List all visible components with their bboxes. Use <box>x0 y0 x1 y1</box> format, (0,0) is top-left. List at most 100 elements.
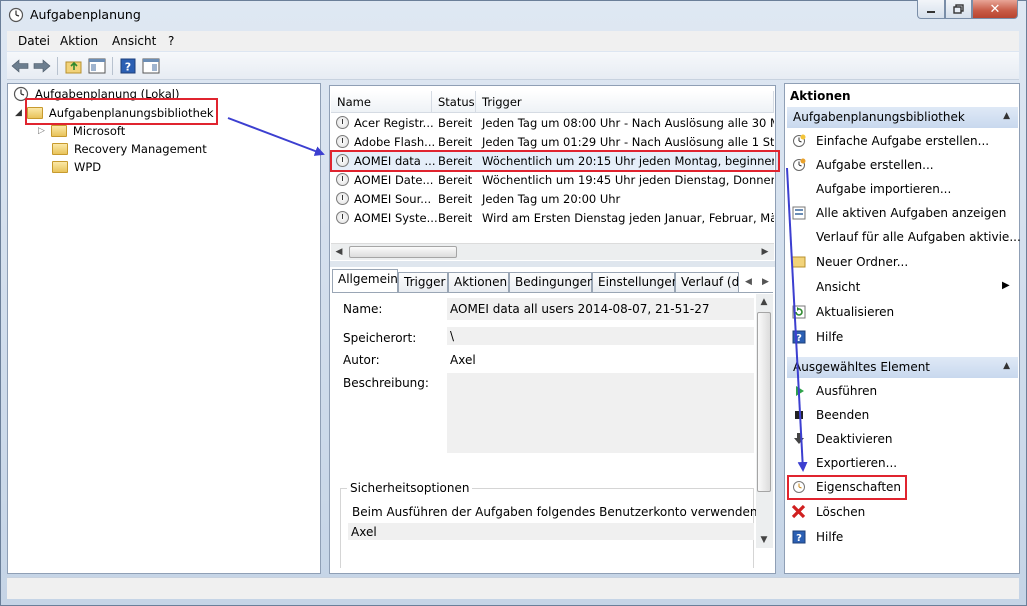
show-action-pane-button[interactable] <box>141 56 161 76</box>
task-row[interactable]: Acer Registr... Bereit Jeden Tag um 08:0… <box>331 113 774 132</box>
section-selected-item[interactable]: Ausgewähltes Element ▲ <box>787 357 1018 378</box>
maximize-button[interactable] <box>945 0 972 19</box>
action-beenden[interactable]: Beenden <box>785 404 1019 426</box>
task-trigger: Wöchentlich um 19:45 Uhr jeden Dienstag,… <box>482 173 774 187</box>
help-icon: ? <box>791 529 806 544</box>
minimize-button[interactable] <box>917 0 945 19</box>
section-title: Aufgabenplanungsbibliothek <box>793 110 965 124</box>
column-header-name[interactable]: Name <box>331 91 432 113</box>
tab-trigger[interactable]: Trigger <box>398 272 448 292</box>
collapse-icon[interactable]: ▲ <box>1003 111 1010 121</box>
scroll-up-icon[interactable]: ▲ <box>756 294 772 310</box>
tab-aktionen[interactable]: Aktionen <box>448 272 509 292</box>
action-verlauf-aktivieren[interactable]: Verlauf für alle Aufgaben aktivie... <box>785 226 1021 248</box>
task-status: Bereit <box>438 154 473 168</box>
task-list-scrollbar[interactable]: ◀ ▶ <box>331 243 774 260</box>
create-basic-task-icon <box>791 133 806 148</box>
tab-einstellungen[interactable]: Einstellungen <box>592 272 679 292</box>
action-aufgabe-importieren[interactable]: Aufgabe importieren... <box>785 178 1019 200</box>
tree-root[interactable]: Aufgabenplanung (Lokal) <box>13 85 180 102</box>
action-einfache-aufgabe[interactable]: Einfache Aufgabe erstellen... <box>785 130 1019 152</box>
action-neuer-ordner[interactable]: Neuer Ordner... <box>785 251 1019 273</box>
action-label: Hilfe <box>816 530 844 544</box>
action-aktualisieren[interactable]: Aktualisieren <box>785 301 1019 323</box>
tab-bedingungen[interactable]: Bedingungen <box>509 272 595 292</box>
stop-icon <box>791 407 806 422</box>
tree-library[interactable]: ◢ Aufgabenplanungsbibliothek <box>15 104 214 121</box>
action-alle-aktiven-aufgaben[interactable]: Alle aktiven Aufgaben anzeigen <box>785 202 1019 224</box>
action-exportieren[interactable]: Exportieren... <box>785 452 1019 474</box>
back-button[interactable] <box>10 56 30 76</box>
task-row[interactable]: AOMEI Syste... Bereit Wird am Ersten Die… <box>331 208 774 227</box>
action-hilfe-2[interactable]: ? Hilfe <box>785 526 1019 548</box>
scroll-left-icon[interactable]: ◀ <box>331 244 347 260</box>
tab-scroll-left-icon[interactable]: ◀ <box>745 277 752 287</box>
task-name: AOMEI data ... <box>354 154 436 168</box>
delete-icon <box>791 504 806 519</box>
collapsed-triangle-icon: ▷ <box>38 125 45 136</box>
scrollbar-thumb[interactable] <box>349 246 457 258</box>
tree-item-wpd[interactable]: WPD <box>52 158 101 175</box>
details-scrollbar[interactable]: ▲ ▼ <box>756 294 773 548</box>
name-field[interactable]: AOMEI data all users 2014-08-07, 21-51-2… <box>447 298 754 320</box>
forward-button[interactable] <box>32 56 52 76</box>
action-hilfe[interactable]: ? Hilfe <box>785 326 1019 348</box>
menu-aktion[interactable]: Aktion <box>60 34 98 48</box>
task-row[interactable]: Adobe Flash... Bereit Jeden Tag um 01:29… <box>331 132 774 151</box>
close-button[interactable]: ✕ <box>972 0 1018 19</box>
tab-scroll-right-icon[interactable]: ▶ <box>762 277 769 287</box>
scroll-right-icon[interactable]: ▶ <box>757 244 773 260</box>
menu-ansicht[interactable]: Ansicht <box>112 34 156 48</box>
pane-splitter[interactable] <box>330 261 775 267</box>
action-eigenschaften[interactable]: Eigenschaften <box>785 476 1019 498</box>
menu-bar: Datei Aktion Ansicht ? <box>7 31 1019 51</box>
action-loeschen[interactable]: Löschen <box>785 501 1019 523</box>
task-name: Acer Registr... <box>354 116 434 130</box>
tree-item-recovery-management[interactable]: Recovery Management <box>52 140 207 157</box>
submenu-arrow-icon: ▶ <box>1002 280 1010 291</box>
task-status: Bereit <box>438 192 473 206</box>
actions-header: Aktionen <box>790 89 851 103</box>
task-row[interactable]: AOMEI Sour... Bereit Jeden Tag um 20:00 … <box>331 189 774 208</box>
task-trigger: Jeden Tag um 08:00 Uhr - Nach Auslösung … <box>482 116 774 130</box>
window-title: Aufgabenplanung <box>30 7 141 22</box>
task-row-selected[interactable]: AOMEI data ... Bereit Wöchentlich um 20:… <box>331 151 774 170</box>
tab-scroll-buttons[interactable]: ◀ ▶ <box>740 273 774 291</box>
task-trigger: Jeden Tag um 01:29 Uhr - Nach Auslösung … <box>482 135 774 149</box>
author-value: Axel <box>450 353 476 367</box>
menu-help[interactable]: ? <box>168 34 174 48</box>
back-arrow-icon <box>11 59 29 73</box>
action-aufgabe-erstellen[interactable]: Aufgabe erstellen... <box>785 154 1019 176</box>
column-header-trigger[interactable]: Trigger <box>476 91 774 113</box>
help-button[interactable]: ? <box>118 56 138 76</box>
task-row[interactable]: AOMEI Date... Bereit Wöchentlich um 19:4… <box>331 170 774 189</box>
action-deaktivieren[interactable]: Deaktivieren <box>785 428 1019 450</box>
scrollbar-thumb[interactable] <box>757 312 771 492</box>
location-field[interactable]: \ <box>447 327 754 345</box>
action-ansicht[interactable]: Ansicht ▶ <box>785 276 1019 298</box>
tab-allgemein[interactable]: Allgemein <box>332 269 398 293</box>
collapse-icon[interactable]: ▲ <box>1003 361 1010 371</box>
tree-item-microsoft[interactable]: ▷ Microsoft <box>38 122 125 139</box>
tree-item-label: Microsoft <box>72 123 126 138</box>
up-folder-button[interactable] <box>64 56 84 76</box>
up-folder-icon <box>65 61 82 74</box>
column-header-status[interactable]: Status <box>432 91 476 113</box>
action-ausfuehren[interactable]: Ausführen <box>785 380 1019 402</box>
description-field[interactable] <box>447 373 754 453</box>
scroll-down-icon[interactable]: ▼ <box>756 532 772 548</box>
action-label: Aufgabe erstellen... <box>816 158 934 172</box>
toolbar-separator <box>112 57 113 75</box>
action-label: Aktualisieren <box>816 305 895 319</box>
action-label: Löschen <box>816 505 866 519</box>
section-library[interactable]: Aufgabenplanungsbibliothek ▲ <box>787 107 1018 128</box>
create-task-icon <box>791 157 806 172</box>
action-label: Eigenschaften <box>816 480 902 494</box>
tab-verlauf[interactable]: Verlauf (de <box>675 272 739 292</box>
folder-icon <box>52 142 68 155</box>
security-user-field[interactable]: Axel <box>348 523 754 540</box>
task-clock-icon <box>336 135 349 148</box>
menu-datei[interactable]: Datei <box>18 34 50 48</box>
disable-icon <box>791 431 806 446</box>
show-console-tree-button[interactable] <box>87 56 107 76</box>
